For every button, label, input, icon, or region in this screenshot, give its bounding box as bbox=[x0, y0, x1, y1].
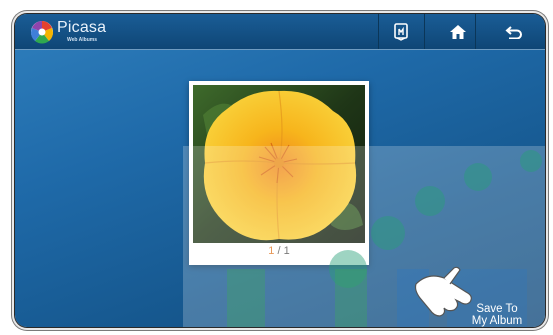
brand-title: Picasa bbox=[57, 19, 107, 36]
watermark-dot bbox=[520, 150, 542, 172]
picasa-logo-icon bbox=[31, 21, 53, 44]
top-bar: Picasa Web Albums bbox=[15, 14, 545, 50]
save-label-line2: My Album bbox=[471, 315, 523, 327]
brand-subtitle: Web Albums bbox=[67, 37, 98, 43]
toolbar-divider bbox=[424, 14, 425, 49]
app-screen: Picasa Web Albums 1 / 1 Save To My Album bbox=[15, 14, 545, 327]
watermark-shape bbox=[335, 269, 367, 327]
watermark-dot bbox=[415, 186, 445, 216]
back-arrow-icon bbox=[505, 25, 522, 39]
toolbar-divider bbox=[475, 14, 476, 49]
back-button[interactable] bbox=[492, 14, 536, 49]
hand-photo-icon bbox=[394, 22, 408, 41]
watermark-dot bbox=[464, 163, 492, 191]
home-button[interactable] bbox=[436, 14, 480, 49]
device-frame: Picasa Web Albums 1 / 1 Save To My Album bbox=[0, 0, 553, 335]
save-to-album-button[interactable]: Save To My Album bbox=[462, 303, 532, 327]
watermark-dot bbox=[371, 216, 405, 250]
slideshow-button[interactable] bbox=[379, 14, 423, 49]
watermark-shape bbox=[227, 269, 265, 327]
home-icon bbox=[450, 24, 466, 39]
save-label-line1: Save To bbox=[476, 303, 518, 315]
